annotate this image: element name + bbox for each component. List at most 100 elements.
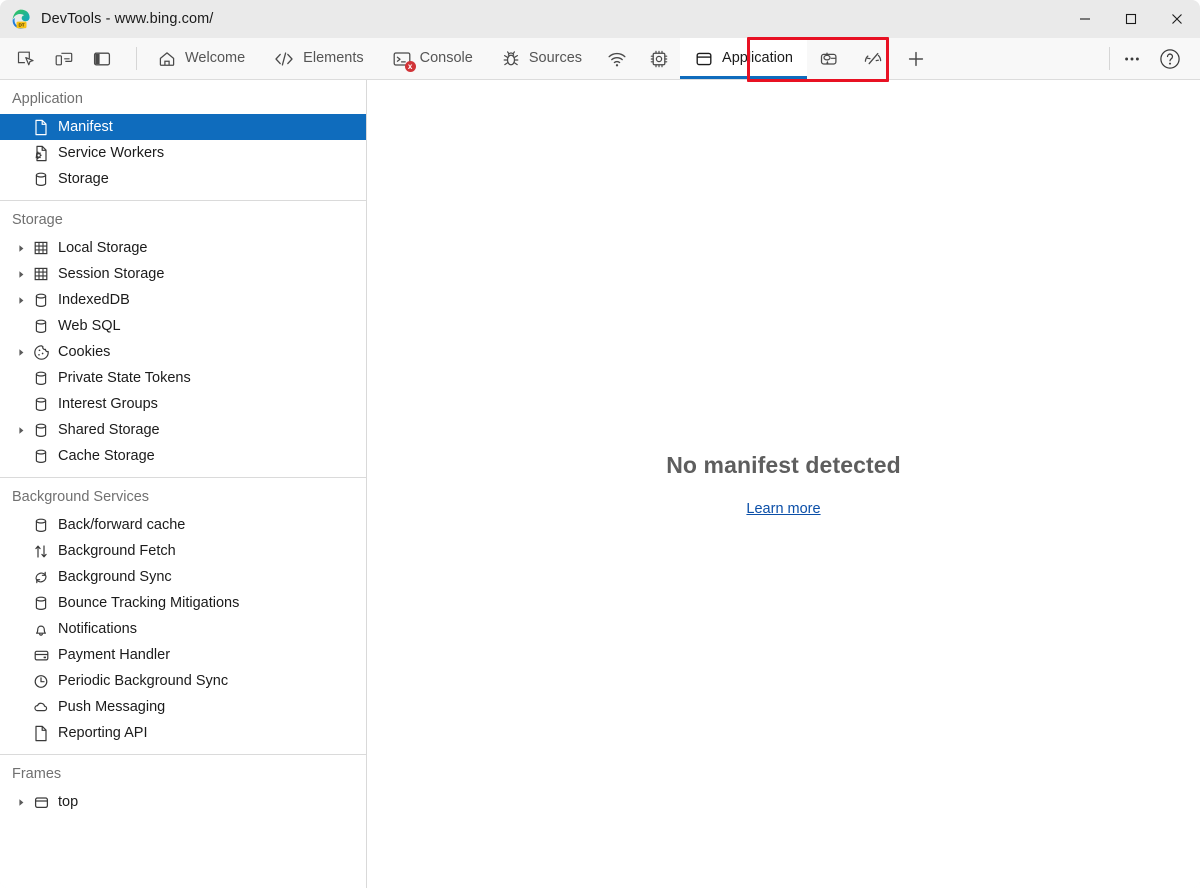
sync-circle-icon <box>30 569 52 586</box>
frame-window-icon <box>694 49 714 69</box>
sidebar-item-indexeddb-label: IndexedDB <box>58 291 130 308</box>
sidebar-item-cookies-label: Cookies <box>58 343 111 360</box>
sidebar-item-payment-handler-label: Payment Handler <box>58 646 171 663</box>
tab-sources[interactable]: Sources <box>487 38 596 79</box>
plus-icon <box>905 49 927 69</box>
sidebar-item-background-sync[interactable]: Background Sync <box>0 564 366 590</box>
sidebar-item-cache-storage-label: Cache Storage <box>58 447 155 464</box>
more-options-button[interactable] <box>1116 44 1148 74</box>
inspect-element-button[interactable] <box>10 44 42 74</box>
section-application: Application Manifest Service Workers Sto… <box>0 80 366 201</box>
tab-performance[interactable] <box>638 38 680 79</box>
sidebar-item-web-sql[interactable]: Web SQL <box>0 313 366 339</box>
chevron-right-icon[interactable] <box>12 244 30 253</box>
sidebar-item-top-frame-label: top <box>58 793 79 810</box>
sidebar-item-notifications[interactable]: Notifications <box>0 616 366 642</box>
tab-application[interactable]: Application <box>680 38 807 79</box>
tab-welcome[interactable]: Welcome <box>143 38 259 79</box>
sidebar-item-service-workers[interactable]: Service Workers <box>0 140 366 166</box>
close-button[interactable] <box>1154 0 1200 38</box>
maximize-button[interactable] <box>1108 0 1154 38</box>
service-worker-icon <box>30 145 52 162</box>
clock-icon <box>30 673 52 690</box>
database-icon <box>30 422 52 439</box>
sidebar-item-interest-groups-label: Interest Groups <box>58 395 158 412</box>
section-background-services-title: Background Services <box>12 489 150 505</box>
chevron-right-icon[interactable] <box>12 348 30 357</box>
manifest-panel: No manifest detected Learn more <box>367 80 1200 888</box>
tab-application-label: Application <box>722 50 793 67</box>
sidebar-item-shared-storage[interactable]: Shared Storage <box>0 417 366 443</box>
empty-state-title: No manifest detected <box>666 451 901 478</box>
tab-console-label: Console <box>419 50 473 67</box>
cpu-chip-icon <box>648 49 670 69</box>
minimize-button[interactable] <box>1062 0 1108 38</box>
sidebar-item-session-storage-label: Session Storage <box>58 265 165 282</box>
console-icon: x <box>392 49 416 72</box>
tab-lighthouse[interactable] <box>851 38 895 79</box>
sidebar-item-periodic-background-sync[interactable]: Periodic Background Sync <box>0 668 366 694</box>
sidebar-item-cookies[interactable]: Cookies <box>0 339 366 365</box>
database-icon <box>30 396 52 413</box>
sidebar-item-top-frame[interactable]: top <box>0 789 366 815</box>
table-grid-icon <box>30 266 52 282</box>
chevron-right-icon[interactable] <box>12 270 30 279</box>
sidebar-item-service-workers-label: Service Workers <box>58 144 165 161</box>
console-error-badge: x <box>404 60 416 72</box>
tab-more-tools[interactable] <box>895 38 937 79</box>
tab-memory[interactable] <box>807 38 851 79</box>
database-icon <box>30 171 52 188</box>
tab-strip-actions <box>1116 38 1200 79</box>
sidebar-item-bounce-tracking-mitigations[interactable]: Bounce Tracking Mitigations <box>0 590 366 616</box>
tabs-right-divider <box>1109 47 1110 70</box>
learn-more-link[interactable]: Learn more <box>746 501 820 517</box>
device-emulation-button[interactable] <box>48 44 80 74</box>
sidebar-item-reporting-api-label: Reporting API <box>58 724 148 741</box>
sidebar-item-local-storage-label: Local Storage <box>58 239 148 256</box>
tab-welcome-label: Welcome <box>185 50 246 67</box>
sidebar-item-periodic-background-sync-label: Periodic Background Sync <box>58 672 229 689</box>
devtools-body: Application Manifest Service Workers Sto… <box>0 80 1200 888</box>
memory-inspector-icon <box>817 49 841 69</box>
credit-card-icon <box>30 647 52 664</box>
sidebar-item-back-forward-cache[interactable]: Back/forward cache <box>0 512 366 538</box>
sidebar-item-interest-groups[interactable]: Interest Groups <box>0 391 366 417</box>
sidebar-item-background-fetch[interactable]: Background Fetch <box>0 538 366 564</box>
sidebar-item-private-state-tokens-label: Private State Tokens <box>58 369 191 386</box>
svg-text:DT: DT <box>18 23 24 28</box>
sidebar-item-indexeddb[interactable]: IndexedDB <box>0 287 366 313</box>
section-storage-title: Storage <box>12 212 63 228</box>
tab-console[interactable]: x Console <box>378 38 487 79</box>
sidebar-item-push-messaging-label: Push Messaging <box>58 698 166 715</box>
tab-elements[interactable]: Elements <box>259 38 377 79</box>
sidebar-item-storage-label: Storage <box>58 170 109 187</box>
sidebar-item-private-state-tokens[interactable]: Private State Tokens <box>0 365 366 391</box>
document-icon <box>30 119 52 136</box>
tab-network[interactable] <box>596 38 638 79</box>
section-frames-title: Frames <box>12 766 62 782</box>
database-icon <box>30 370 52 387</box>
sidebar-item-push-messaging[interactable]: Push Messaging <box>0 694 366 720</box>
frame-window-icon <box>30 794 52 811</box>
sidebar-item-session-storage[interactable]: Session Storage <box>0 261 366 287</box>
chevron-right-icon[interactable] <box>12 798 30 807</box>
sidebar-item-cache-storage[interactable]: Cache Storage <box>0 443 366 469</box>
sidebar-item-bounce-tracking-mitigations-label: Bounce Tracking Mitigations <box>58 594 240 611</box>
cookie-icon <box>30 344 52 361</box>
sidebar-item-payment-handler[interactable]: Payment Handler <box>0 642 366 668</box>
table-grid-icon <box>30 240 52 256</box>
chevron-right-icon[interactable] <box>12 426 30 435</box>
sidebar-item-manifest[interactable]: Manifest <box>0 114 366 140</box>
code-brackets-icon <box>273 49 295 69</box>
section-application-title: Application <box>12 91 83 107</box>
dock-side-button[interactable] <box>86 44 118 74</box>
database-icon <box>30 517 52 534</box>
help-button[interactable] <box>1154 44 1186 74</box>
sidebar-item-local-storage[interactable]: Local Storage <box>0 235 366 261</box>
devtools-tool-buttons <box>0 38 130 79</box>
sidebar-item-reporting-api[interactable]: Reporting API <box>0 720 366 746</box>
application-sidebar[interactable]: Application Manifest Service Workers Sto… <box>0 80 367 888</box>
database-icon <box>30 292 52 309</box>
chevron-right-icon[interactable] <box>12 296 30 305</box>
sidebar-item-storage[interactable]: Storage <box>0 166 366 192</box>
